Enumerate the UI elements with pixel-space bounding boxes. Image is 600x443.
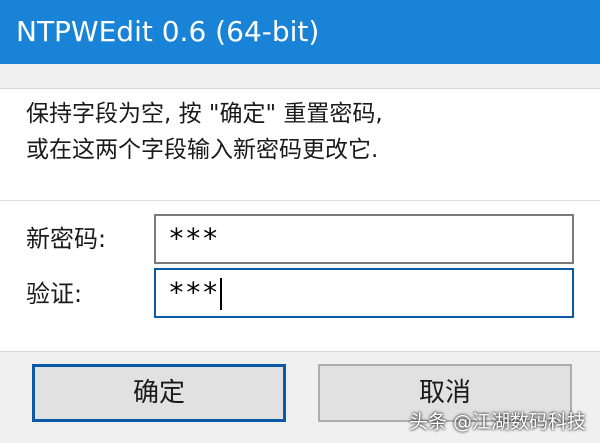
- instructions-line-2: 或在这两个字段输入新密码更改它.: [26, 137, 379, 163]
- instructions-line-1: 保持字段为空, 按 "确定" 重置密码,: [26, 101, 383, 127]
- window-title: NTPWEdit 0.6 (64-bit): [16, 15, 320, 48]
- ok-button[interactable]: 确定: [32, 364, 286, 422]
- new-password-value: ***: [168, 222, 219, 255]
- dialog-window: NTPWEdit 0.6 (64-bit) 保持字段为空, 按 "确定" 重置密…: [0, 0, 600, 443]
- new-password-label: 新密码:: [26, 225, 107, 253]
- new-password-field[interactable]: ***: [154, 214, 574, 264]
- dialog-top-area: [0, 64, 600, 88]
- panel-divider: [0, 200, 600, 201]
- title-bar[interactable]: NTPWEdit 0.6 (64-bit): [0, 0, 600, 64]
- watermark: 头条 @江湖数码科技: [408, 411, 586, 433]
- verify-password-label: 验证:: [26, 280, 83, 308]
- instructions-text: 保持字段为空, 按 "确定" 重置密码, 或在这两个字段输入新密码更改它.: [26, 96, 586, 168]
- text-caret: [219, 278, 222, 310]
- verify-password-value: ***: [168, 276, 219, 309]
- verify-password-field[interactable]: ***: [154, 268, 574, 318]
